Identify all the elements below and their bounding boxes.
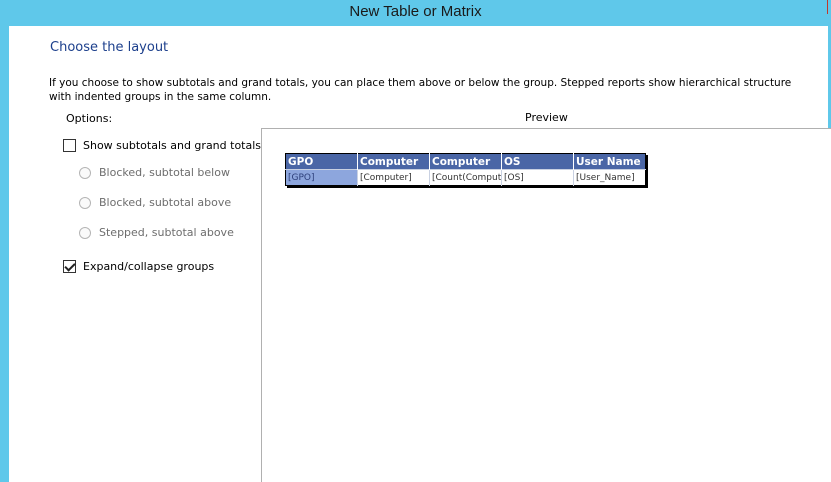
- radio-label: Stepped, subtotal above: [99, 226, 234, 239]
- preview-header-row: GPO Computer Computer OS User Name: [285, 153, 646, 170]
- layout-description: If you choose to show subtotals and gran…: [49, 77, 792, 103]
- show-subtotals-checkbox[interactable]: Show subtotals and grand totals: [63, 139, 261, 152]
- page-heading: Choose the layout: [50, 40, 169, 55]
- radio-button[interactable]: [79, 226, 91, 239]
- radio-button[interactable]: [79, 196, 91, 209]
- radio-blocked-subtotal-below[interactable]: Blocked, subtotal below: [79, 166, 230, 179]
- preview-header-cell: OS: [501, 153, 574, 170]
- preview-group-cell: [GPO]: [285, 169, 358, 186]
- radio-blocked-subtotal-above[interactable]: Blocked, subtotal above: [79, 196, 231, 209]
- dialog-content: Choose the layout If you choose to show …: [9, 26, 831, 482]
- expand-collapse-checkbox[interactable]: Expand/collapse groups: [63, 260, 214, 273]
- preview-data-row: [GPO] [Computer] [Count(Computer)] [OS] …: [285, 169, 646, 186]
- radio-label: Blocked, subtotal below: [99, 166, 230, 179]
- expand-collapse-label: Expand/collapse groups: [83, 260, 215, 273]
- preview-label: Preview: [525, 111, 568, 124]
- expand-collapse-box[interactable]: [63, 260, 76, 273]
- show-subtotals-label: Show subtotals and grand totals: [83, 139, 262, 152]
- preview-data-cell: [OS]: [501, 169, 574, 186]
- preview-data-cell: [User_Name]: [573, 169, 646, 186]
- title-bar: New Table or Matrix: [0, 0, 831, 26]
- preview-table: GPO Computer Computer OS User Name [GPO]…: [285, 153, 646, 186]
- radio-button[interactable]: [79, 166, 91, 179]
- preview-header-cell: GPO: [285, 153, 358, 170]
- preview-header-cell: Computer: [357, 153, 430, 170]
- radio-label: Blocked, subtotal above: [99, 196, 232, 209]
- radio-stepped-subtotal-above[interactable]: Stepped, subtotal above: [79, 226, 234, 239]
- options-label: Options:: [66, 112, 113, 125]
- preview-header-cell: Computer: [429, 153, 502, 170]
- preview-data-cell: [Count(Computer)]: [429, 169, 502, 186]
- preview-header-cell: User Name: [573, 153, 646, 170]
- preview-data-cell: [Computer]: [357, 169, 430, 186]
- window-title: New Table or Matrix: [349, 3, 482, 20]
- show-subtotals-box[interactable]: [63, 139, 76, 152]
